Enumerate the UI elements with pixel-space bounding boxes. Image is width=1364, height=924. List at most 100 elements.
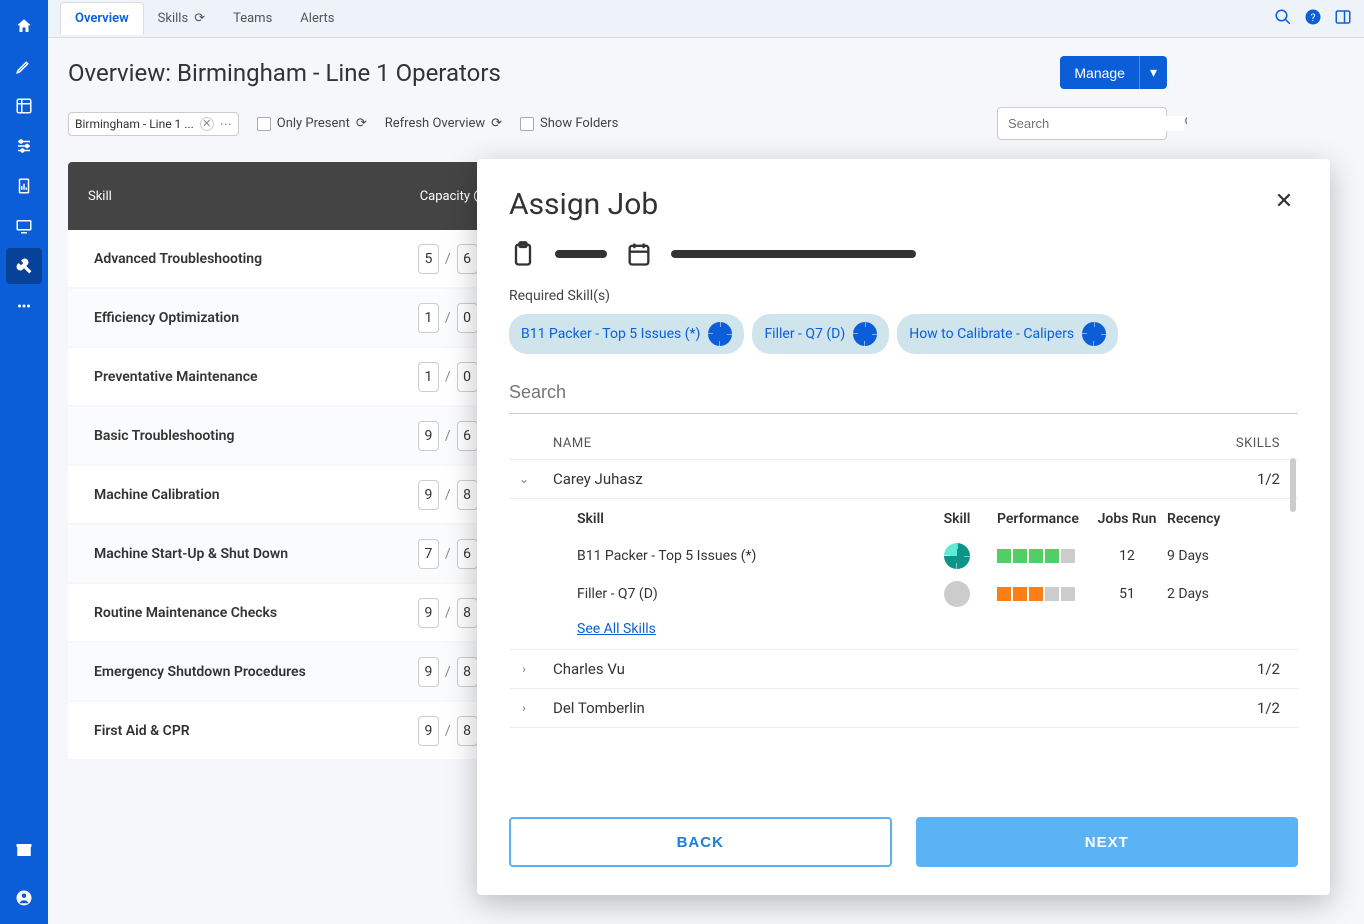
tab-label: Overview <box>75 11 129 26</box>
worker-row[interactable]: › Del Tomberlin 1/2 <box>509 689 1298 728</box>
manage-button[interactable]: Manage <box>1060 56 1139 89</box>
scrollbar[interactable] <box>1290 458 1296 512</box>
td-skill: Machine Start-Up & Shut Down <box>68 546 418 562</box>
tab-overview[interactable]: Overview <box>60 2 144 35</box>
skill-chip[interactable]: B11 Packer - Top 5 Issues (*) <box>509 314 744 354</box>
required-skills-label: Required Skill(s) <box>509 288 1298 304</box>
meta-redacted <box>671 250 916 258</box>
panel-icon[interactable] <box>1334 8 1352 30</box>
perf-box <box>1029 587 1043 601</box>
refresh-overview-link[interactable]: Refresh Overview ⟳ <box>385 116 502 131</box>
modal-meta-row <box>509 240 1298 268</box>
nav-archive-icon[interactable] <box>6 832 42 868</box>
close-icon[interactable]: ✕ <box>1270 187 1298 215</box>
title-row: Overview: Birmingham - Line 1 Operators … <box>68 56 1167 89</box>
perf-box <box>1029 549 1043 563</box>
cap-value-a: 5 <box>418 244 439 274</box>
td-skill: Basic Troubleshooting <box>68 428 418 444</box>
worker-row[interactable]: ⌄ Carey Juhasz 1/2 <box>509 460 1298 499</box>
td-skill: Routine Maintenance Checks <box>68 605 418 621</box>
chip-label: How to Calibrate - Calipers <box>909 326 1074 342</box>
svg-text:?: ? <box>1311 10 1316 23</box>
more-icon[interactable]: ⋯ <box>220 117 232 131</box>
worker-row[interactable]: › Charles Vu 1/2 <box>509 650 1298 689</box>
cap-value-b: 6 <box>457 539 478 569</box>
nav-account-icon[interactable] <box>6 880 42 916</box>
perf-box <box>1013 587 1027 601</box>
pie-icon <box>1082 322 1106 346</box>
worker-name: Charles Vu <box>539 660 1218 678</box>
chevron-down-icon[interactable]: ⌄ <box>509 472 539 486</box>
wd-rec: 9 Days <box>1157 548 1247 564</box>
nav-more-icon[interactable] <box>6 288 42 324</box>
slash: / <box>445 487 451 503</box>
search-input[interactable] <box>1008 116 1184 131</box>
nav-display-icon[interactable] <box>6 208 42 244</box>
back-button[interactable]: BACK <box>509 817 892 867</box>
refresh-icon: ⟳ <box>194 11 205 26</box>
location-tag-input[interactable]: Birmingham - Line 1 ... ✕ ⋯ <box>68 112 239 136</box>
refresh-icon: ⟳ <box>491 116 502 131</box>
wd-perf <box>997 549 1097 563</box>
skill-chip[interactable]: How to Calibrate - Calipers <box>897 314 1118 354</box>
nav-edit-icon[interactable] <box>6 48 42 84</box>
tag-label: Birmingham - Line 1 ... <box>75 117 194 131</box>
perf-box <box>1061 549 1075 563</box>
nav-tools-icon[interactable] <box>6 248 42 284</box>
show-folders-checkbox[interactable]: Show Folders <box>520 116 618 131</box>
wd-skill: B11 Packer - Top 5 Issues (*) <box>577 548 917 564</box>
modal-header: Assign Job ✕ <box>509 187 1298 222</box>
only-present-checkbox[interactable]: Only Present ⟳ <box>257 116 367 131</box>
cap-value-b: 8 <box>457 480 478 510</box>
search-icon[interactable] <box>1184 114 1187 133</box>
manage-dropdown-caret[interactable]: ▾ <box>1139 56 1167 89</box>
worker-name: Del Tomberlin <box>539 699 1218 717</box>
skill-chip[interactable]: Filler - Q7 (D) <box>752 314 889 354</box>
perf-box <box>1013 549 1027 563</box>
cap-value-a: 9 <box>418 480 439 510</box>
worker-skill-count: 1/2 <box>1218 660 1298 678</box>
checkbox-icon <box>257 117 271 131</box>
top-tab-bar: Overview Skills⟳ Teams Alerts ? <box>48 0 1364 38</box>
nav-home-icon[interactable] <box>6 8 42 44</box>
tab-alerts[interactable]: Alerts <box>286 2 348 35</box>
nav-report-icon[interactable] <box>6 168 42 204</box>
modal-footer: BACK NEXT <box>509 817 1298 867</box>
nav-filter-icon[interactable] <box>6 128 42 164</box>
cap-value-b: 8 <box>457 598 478 628</box>
next-button[interactable]: NEXT <box>916 817 1299 867</box>
skill-chips: B11 Packer - Top 5 Issues (*) Filler - Q… <box>509 314 1298 354</box>
chevron-right-icon[interactable]: › <box>509 662 539 676</box>
modal-search-input[interactable] <box>509 372 1298 414</box>
wd-h-jobs: Jobs Run <box>1097 511 1157 527</box>
worker-table-header: NAME SKILLS <box>509 428 1298 460</box>
help-icon[interactable]: ? <box>1304 8 1322 30</box>
perf-box <box>1045 587 1059 601</box>
td-skill: First Aid & CPR <box>68 723 418 739</box>
cap-value-a: 1 <box>418 362 439 392</box>
th-capacity-label: Capacity <box>420 189 470 204</box>
slash: / <box>445 664 451 680</box>
cap-value-a: 7 <box>418 539 439 569</box>
wd-h-rec: Recency <box>1157 511 1247 527</box>
search-box[interactable] <box>997 107 1167 140</box>
wd-pie <box>917 543 997 569</box>
col-skills: SKILLS <box>1218 436 1298 451</box>
cap-value-b: 8 <box>457 657 478 687</box>
tab-teams[interactable]: Teams <box>219 2 286 35</box>
nav-grid-icon[interactable] <box>6 88 42 124</box>
tab-skills[interactable]: Skills⟳ <box>144 2 219 35</box>
page-title: Overview: Birmingham - Line 1 Operators <box>68 59 501 87</box>
see-all-skills-link[interactable]: See All Skills <box>577 621 656 637</box>
search-icon[interactable] <box>1274 8 1292 30</box>
wd-pie <box>917 581 997 607</box>
chevron-right-icon[interactable]: › <box>509 701 539 715</box>
cap-value-a: 1 <box>418 303 439 333</box>
col-name: NAME <box>509 436 1218 451</box>
remove-tag-icon[interactable]: ✕ <box>200 117 214 131</box>
slash: / <box>445 310 451 326</box>
wd-h-perf: Performance <box>997 511 1097 527</box>
checkbox-icon <box>520 117 534 131</box>
cap-value-a: 9 <box>418 598 439 628</box>
wd-header: Skill Skill Performance Jobs Run Recency <box>577 511 1298 527</box>
